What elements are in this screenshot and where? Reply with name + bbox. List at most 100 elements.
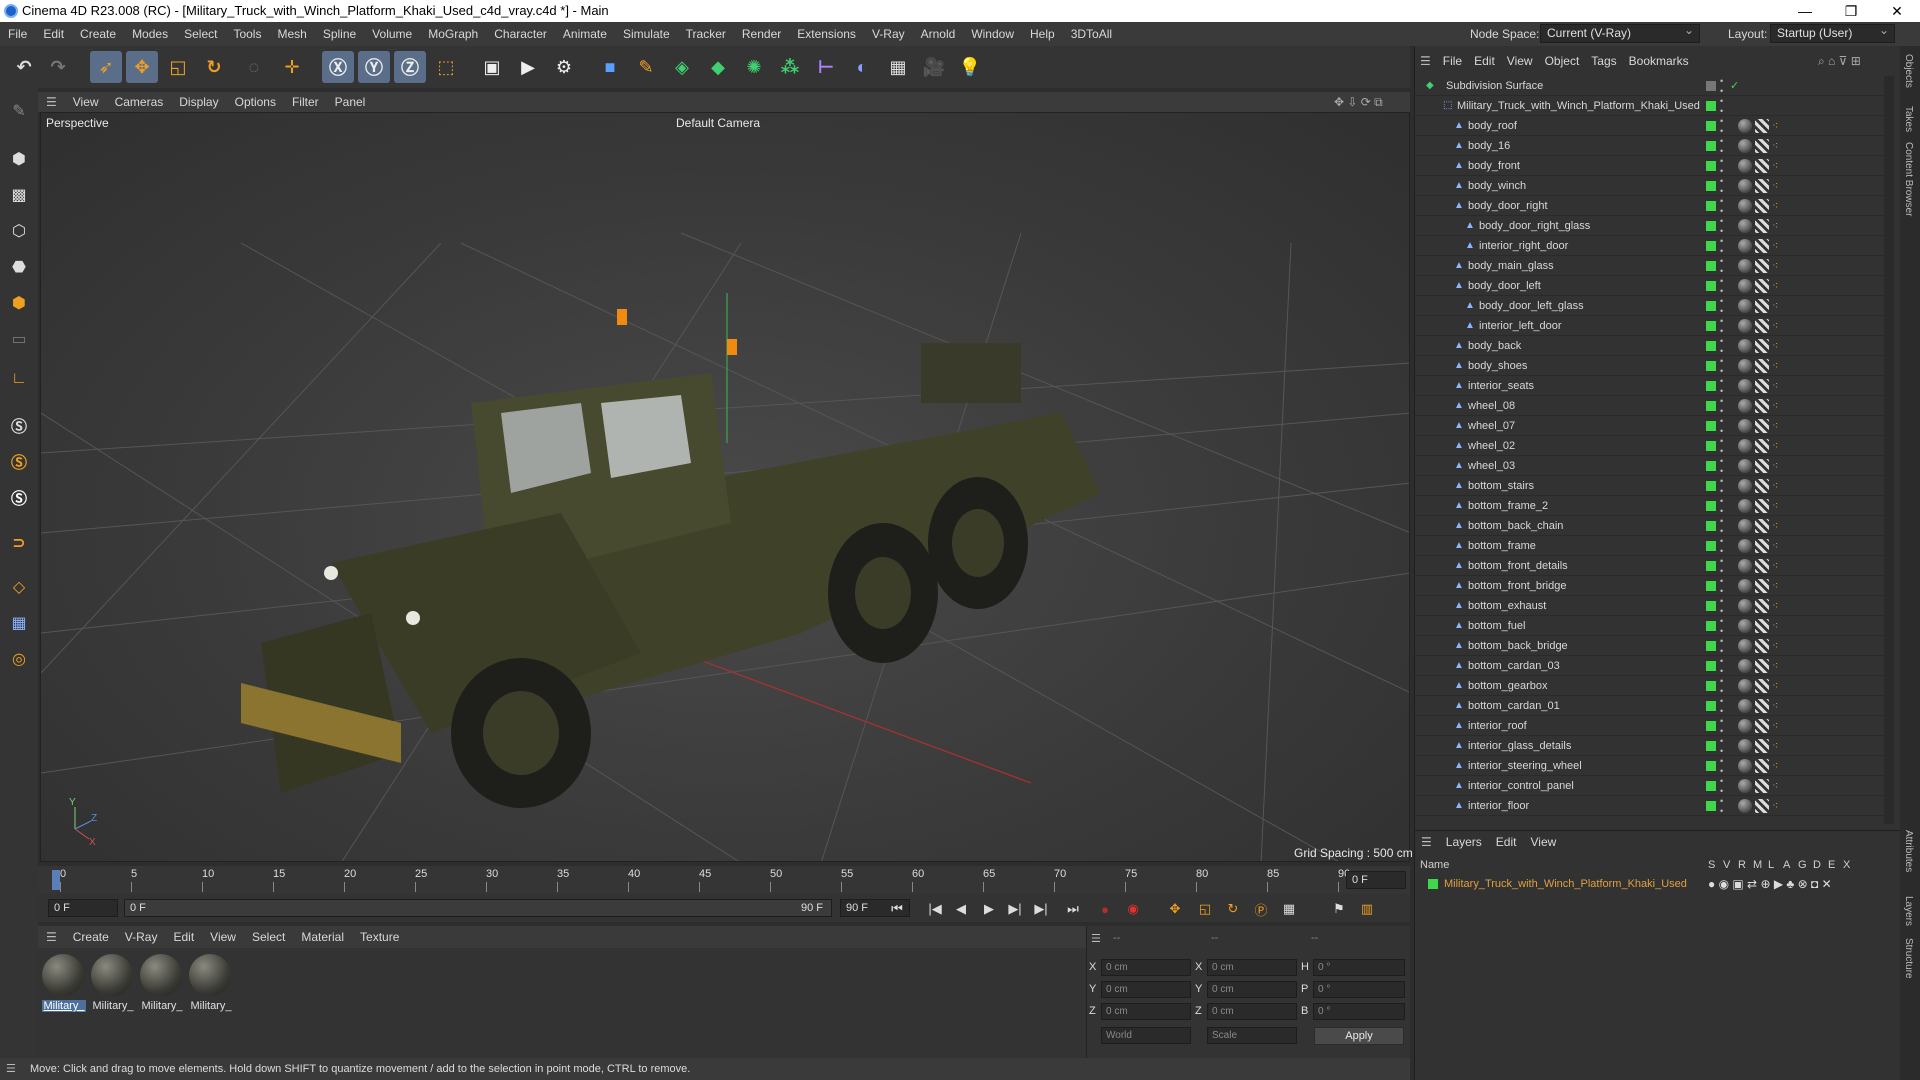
texture-tag-icon[interactable] xyxy=(1755,619,1769,633)
object-name[interactable]: interior_floor xyxy=(1468,796,1529,816)
visibility-dots-icon[interactable]: • • xyxy=(1720,276,1723,296)
layer-color-icon[interactable] xyxy=(1706,301,1716,311)
object-search-icon[interactable]: ⌕ ⌂ ⊽ ⊞ xyxy=(1818,50,1861,72)
side-tab-objects[interactable]: Objects xyxy=(1903,54,1914,88)
visibility-dots-icon[interactable]: • • xyxy=(1720,516,1723,536)
layer-column-s[interactable]: S xyxy=(1708,856,1715,874)
object-name[interactable]: bottom_cardan_03 xyxy=(1468,656,1560,676)
visibility-dots-icon[interactable]: • • xyxy=(1720,716,1723,736)
viewport-menu-display[interactable]: Display xyxy=(171,92,226,112)
object-row[interactable]: ▲ interior_glass_details • • ⁖ xyxy=(1414,736,1884,756)
menu-select[interactable]: Select xyxy=(176,22,225,46)
camera-label[interactable]: Default Camera xyxy=(676,116,760,130)
layer-panel-icon[interactable]: ☰ xyxy=(1414,831,1439,853)
layer-menu-layers[interactable]: Layers xyxy=(1439,831,1489,853)
grid-workplane-icon[interactable]: ▦ xyxy=(4,608,34,638)
material-tag-icon[interactable] xyxy=(1738,399,1752,413)
object-name[interactable]: interior_left_door xyxy=(1479,316,1562,336)
vray-tag-icon[interactable]: ⁖ xyxy=(1772,319,1786,333)
magnet-icon[interactable]: ⊃ xyxy=(4,528,34,558)
visibility-dots-icon[interactable]: • • xyxy=(1720,596,1723,616)
material-tag-icon[interactable] xyxy=(1738,639,1752,653)
visibility-dots-icon[interactable]: • • xyxy=(1720,196,1723,216)
layout-dropdown[interactable]: Startup (User) xyxy=(1770,22,1895,43)
polygon-mode-icon[interactable]: ⬢ xyxy=(4,288,34,318)
viewport-menu-cameras[interactable]: Cameras xyxy=(107,92,172,112)
material-panel-icon[interactable]: ☰ xyxy=(38,926,65,948)
vray-tag-icon[interactable]: ⁖ xyxy=(1772,599,1786,613)
material-tag-icon[interactable] xyxy=(1738,659,1752,673)
material-tag-icon[interactable] xyxy=(1738,439,1752,453)
object-menu-view[interactable]: View xyxy=(1501,50,1539,72)
pos-x-field[interactable]: 0 cm xyxy=(1101,959,1191,976)
select-tool-icon[interactable]: ➶ xyxy=(90,51,122,83)
material-tag-icon[interactable] xyxy=(1738,579,1752,593)
vray-tag-icon[interactable]: ⁖ xyxy=(1772,439,1786,453)
object-name[interactable]: bottom_back_chain xyxy=(1468,516,1563,536)
menu-volume[interactable]: Volume xyxy=(364,22,420,46)
visibility-dots-icon[interactable]: • • xyxy=(1720,296,1723,316)
playhead[interactable] xyxy=(52,870,60,890)
render-picture-viewer-icon[interactable]: ▶ xyxy=(512,51,544,83)
object-menu-bookmarks[interactable]: Bookmarks xyxy=(1623,50,1695,72)
material-tag-icon[interactable] xyxy=(1738,419,1752,433)
material-tag-icon[interactable] xyxy=(1738,739,1752,753)
coords-panel-icon[interactable]: ☰ xyxy=(1091,932,1101,945)
coordinate-system-dropdown[interactable]: World xyxy=(1101,1027,1191,1044)
status-panel-icon[interactable]: ☰ xyxy=(6,1058,16,1080)
object-row[interactable]: ▲ bottom_front_bridge • • ⁖ xyxy=(1414,576,1884,596)
menu-extensions[interactable]: Extensions xyxy=(789,22,864,46)
layer-color-icon[interactable] xyxy=(1706,321,1716,331)
field-icon[interactable]: ◐ xyxy=(846,51,878,83)
texture-tag-icon[interactable] xyxy=(1755,579,1769,593)
texture-tag-icon[interactable] xyxy=(1755,159,1769,173)
model-mode-icon[interactable]: ⬢ xyxy=(4,144,34,174)
vray-tag-icon[interactable]: ⁖ xyxy=(1772,679,1786,693)
prev-key-icon[interactable]: |◀ xyxy=(924,898,946,920)
object-name[interactable]: wheel_07 xyxy=(1468,416,1515,436)
object-name[interactable]: wheel_02 xyxy=(1468,436,1515,456)
visibility-dots-icon[interactable]: • • xyxy=(1720,676,1723,696)
object-row[interactable]: ▲ body_door_left_glass • • ⁖ xyxy=(1414,296,1884,316)
size-y-field[interactable]: 0 cm xyxy=(1207,981,1297,998)
material-tag-icon[interactable] xyxy=(1738,239,1752,253)
menu-mesh[interactable]: Mesh xyxy=(269,22,314,46)
material-swatch[interactable]: Military_ xyxy=(42,954,86,1018)
close-button[interactable]: ✕ xyxy=(1874,0,1920,22)
floor-object-icon[interactable]: ▦ xyxy=(882,51,914,83)
material-tag-icon[interactable] xyxy=(1738,179,1752,193)
object-row[interactable]: ▲ body_16 • • ⁖ xyxy=(1414,136,1884,156)
object-row[interactable]: ▲ wheel_02 • • ⁖ xyxy=(1414,436,1884,456)
timeline-ruler[interactable]: 0 5 10 15 20 25 30 35 40 45 50 55 60 65 70 75 80 85 90 0 F xyxy=(38,866,1410,894)
visibility-dots-icon[interactable]: • • xyxy=(1720,756,1723,776)
object-row[interactable]: ▲ bottom_back_bridge • • ⁖ xyxy=(1414,636,1884,656)
vray-tag-icon[interactable]: ⁖ xyxy=(1772,639,1786,653)
rot-p-field[interactable]: 0 ° xyxy=(1313,981,1405,998)
key-rotation-icon[interactable]: ↻ xyxy=(1222,898,1244,920)
render-view-icon[interactable]: ▣ xyxy=(476,51,508,83)
visibility-dots-icon[interactable]: • • xyxy=(1720,796,1723,816)
next-frame-icon[interactable]: ▶| xyxy=(1004,898,1026,920)
material-tag-icon[interactable] xyxy=(1738,159,1752,173)
layer-color-icon[interactable] xyxy=(1706,461,1716,471)
layer-color-icon[interactable] xyxy=(1706,561,1716,571)
layer-color-icon[interactable] xyxy=(1706,441,1716,451)
object-name[interactable]: bottom_back_bridge xyxy=(1468,636,1568,656)
layer-color-icon[interactable] xyxy=(1706,621,1716,631)
vray-tag-icon[interactable]: ⁖ xyxy=(1772,219,1786,233)
menu-3dtoall[interactable]: 3DToAll xyxy=(1063,22,1120,46)
menu-window[interactable]: Window xyxy=(963,22,1022,46)
material-tag-icon[interactable] xyxy=(1738,779,1752,793)
object-row[interactable]: ▲ interior_roof • • ⁖ xyxy=(1414,716,1884,736)
layer-menu-view[interactable]: View xyxy=(1523,831,1563,853)
texture-tag-icon[interactable] xyxy=(1755,519,1769,533)
object-name[interactable]: interior_seats xyxy=(1468,376,1534,396)
move-tool-icon[interactable]: ✥ xyxy=(126,51,158,83)
size-x-field[interactable]: 0 cm xyxy=(1207,959,1297,976)
object-row[interactable]: ▲ bottom_stairs • • ⁖ xyxy=(1414,476,1884,496)
layer-color-icon[interactable] xyxy=(1706,381,1716,391)
layer-column-m[interactable]: M xyxy=(1753,856,1762,874)
object-row[interactable]: ▲ bottom_cardan_01 • • ⁖ xyxy=(1414,696,1884,716)
layer-color-icon[interactable] xyxy=(1706,521,1716,531)
visibility-dots-icon[interactable]: • • xyxy=(1720,256,1723,276)
